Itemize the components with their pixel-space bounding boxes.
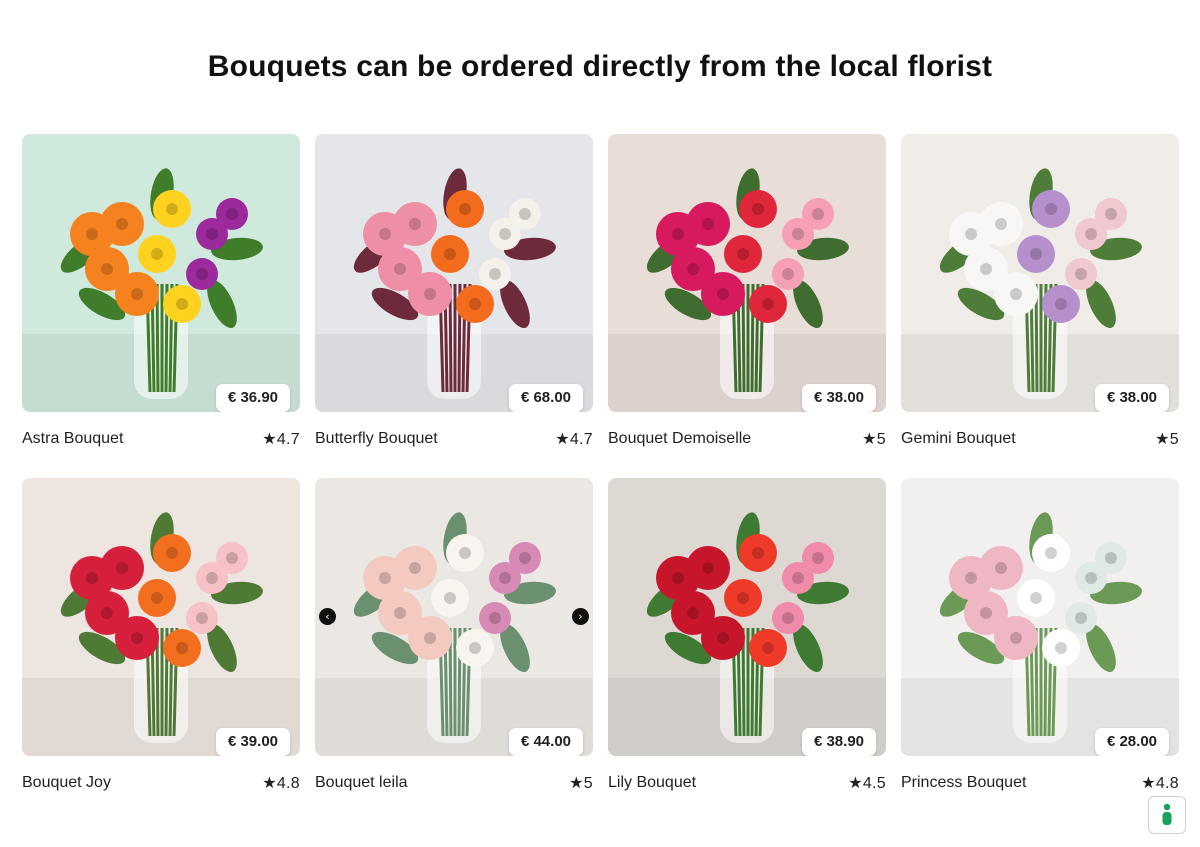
product-image[interactable]: € 39.00 bbox=[22, 478, 300, 756]
product-image[interactable]: € 38.00 bbox=[901, 134, 1179, 412]
product-meta: Butterfly Bouquet ★4.7 bbox=[315, 422, 593, 456]
product-photo bbox=[22, 134, 300, 412]
product-name[interactable]: Bouquet leila bbox=[315, 774, 408, 792]
price-badge: € 39.00 bbox=[215, 728, 290, 756]
accessibility-icon bbox=[1162, 803, 1172, 825]
accessibility-button[interactable] bbox=[1148, 796, 1186, 834]
price-badge: € 44.00 bbox=[508, 728, 583, 756]
product-grid: € 36.90 Astra Bouquet ★4.7 € 68.00 Butte… bbox=[22, 134, 1179, 800]
product-photo bbox=[608, 478, 886, 756]
product-name[interactable]: Butterfly Bouquet bbox=[315, 430, 438, 448]
product-meta: Gemini Bouquet ★5 bbox=[901, 422, 1179, 456]
product-rating: ★4.7 bbox=[555, 431, 593, 448]
product-meta: Bouquet Joy ★4.8 bbox=[22, 766, 300, 800]
product-card[interactable]: € 28.00 Princess Bouquet ★4.8 bbox=[901, 478, 1179, 800]
product-rating: ★5 bbox=[1155, 431, 1179, 448]
product-card[interactable]: € 38.00 Bouquet Demoiselle ★5 bbox=[608, 134, 886, 456]
product-meta: Lily Bouquet ★4.5 bbox=[608, 766, 886, 800]
price-badge: € 38.00 bbox=[1094, 384, 1169, 412]
product-image[interactable]: € 38.90 bbox=[608, 478, 886, 756]
price-badge: € 36.90 bbox=[215, 384, 290, 412]
product-rating: ★5 bbox=[569, 775, 593, 792]
product-meta: Princess Bouquet ★4.8 bbox=[901, 766, 1179, 800]
product-image[interactable]: € 38.00 bbox=[608, 134, 886, 412]
product-rating: ★4.5 bbox=[848, 775, 886, 792]
product-photo bbox=[901, 478, 1179, 756]
product-photo bbox=[315, 134, 593, 412]
product-rating: ★4.8 bbox=[262, 775, 300, 792]
chevron-left-icon[interactable]: ‹ bbox=[319, 608, 336, 625]
price-badge: € 38.90 bbox=[801, 728, 876, 756]
product-image[interactable]: € 68.00 bbox=[315, 134, 593, 412]
product-meta: Bouquet Demoiselle ★5 bbox=[608, 422, 886, 456]
product-image[interactable]: ‹ › € 44.00 bbox=[315, 478, 593, 756]
product-image[interactable]: € 28.00 bbox=[901, 478, 1179, 756]
product-photo bbox=[608, 134, 886, 412]
product-card[interactable]: € 68.00 Butterfly Bouquet ★4.7 bbox=[315, 134, 593, 456]
product-photo bbox=[315, 478, 593, 756]
product-card[interactable]: € 39.00 Bouquet Joy ★4.8 bbox=[22, 478, 300, 800]
product-photo bbox=[22, 478, 300, 756]
product-image[interactable]: € 36.90 bbox=[22, 134, 300, 412]
product-name[interactable]: Bouquet Demoiselle bbox=[608, 430, 751, 448]
price-badge: € 38.00 bbox=[801, 384, 876, 412]
page-title: Bouquets can be ordered directly from th… bbox=[207, 50, 993, 83]
product-rating: ★4.8 bbox=[1141, 775, 1179, 792]
product-meta: Astra Bouquet ★4.7 bbox=[22, 422, 300, 456]
product-rating: ★5 bbox=[862, 431, 886, 448]
product-rating: ★4.7 bbox=[262, 431, 300, 448]
product-name[interactable]: Bouquet Joy bbox=[22, 774, 111, 792]
product-name[interactable]: Gemini Bouquet bbox=[901, 430, 1016, 448]
product-name[interactable]: Lily Bouquet bbox=[608, 774, 696, 792]
product-name[interactable]: Princess Bouquet bbox=[901, 774, 1026, 792]
product-card[interactable]: € 38.00 Gemini Bouquet ★5 bbox=[901, 134, 1179, 456]
product-card[interactable]: ‹ › € 44.00 Bouquet leila ★5 bbox=[315, 478, 593, 800]
price-badge: € 68.00 bbox=[508, 384, 583, 412]
chevron-right-icon[interactable]: › bbox=[572, 608, 589, 625]
product-photo bbox=[901, 134, 1179, 412]
price-badge: € 28.00 bbox=[1094, 728, 1169, 756]
product-meta: Bouquet leila ★5 bbox=[315, 766, 593, 800]
product-name[interactable]: Astra Bouquet bbox=[22, 430, 123, 448]
product-card[interactable]: € 36.90 Astra Bouquet ★4.7 bbox=[22, 134, 300, 456]
product-card[interactable]: € 38.90 Lily Bouquet ★4.5 bbox=[608, 478, 886, 800]
